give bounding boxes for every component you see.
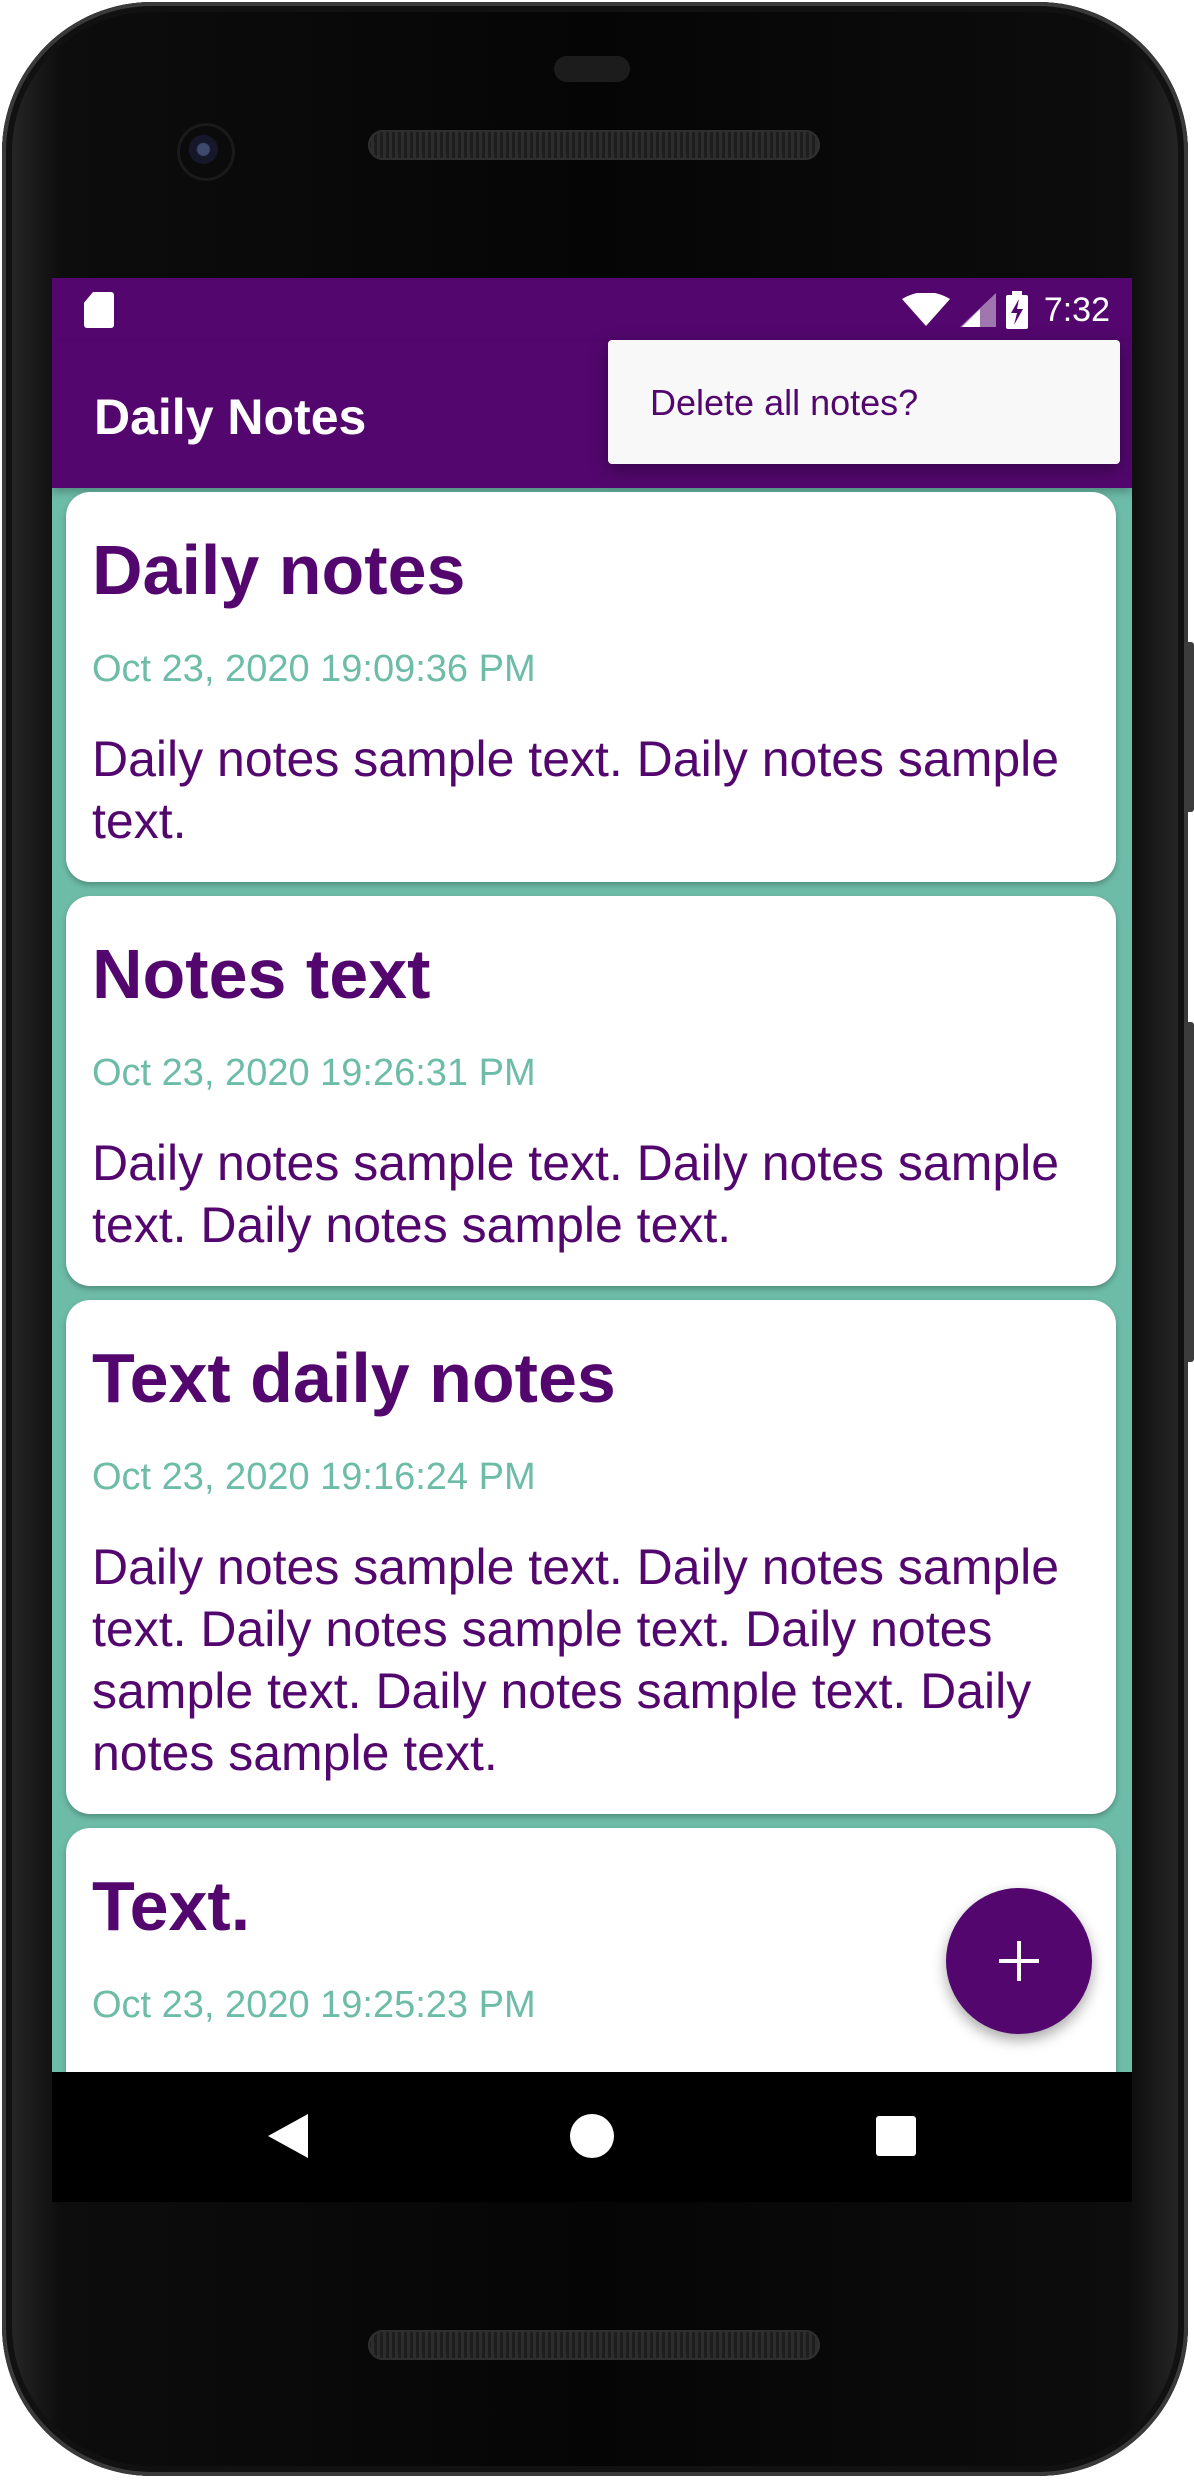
home-icon xyxy=(570,2114,614,2158)
note-date: Oct 23, 2020 19:26:31 PM xyxy=(92,1052,536,1094)
wifi-icon xyxy=(901,293,950,326)
status-icons: 7:32 xyxy=(901,288,1110,332)
power-button xyxy=(1184,642,1194,812)
note-title: Daily notes xyxy=(92,531,466,609)
sd-card-icon xyxy=(84,292,114,328)
home-button[interactable] xyxy=(562,2106,622,2166)
back-icon xyxy=(268,2114,308,2158)
add-note-button[interactable] xyxy=(946,1888,1092,2034)
note-card[interactable]: Text daily notes Oct 23, 2020 19:16:24 P… xyxy=(66,1300,1116,1814)
note-date: Oct 23, 2020 19:09:36 PM xyxy=(92,648,536,690)
note-card[interactable]: Daily notes Oct 23, 2020 19:09:36 PM Dai… xyxy=(66,492,1116,882)
plus-icon xyxy=(999,1941,1039,1981)
note-body: Daily notes sample text. Daily notes sam… xyxy=(92,1539,1060,1781)
status-bar: 7:32 xyxy=(52,278,1132,342)
overflow-menu: Delete all notes? xyxy=(608,340,1120,464)
note-card[interactable]: Notes text Oct 23, 2020 19:26:31 PM Dail… xyxy=(66,896,1116,1286)
app-title: Daily Notes xyxy=(94,389,367,445)
app-screen: 7:32 Daily Notes Delete all notes? Daily… xyxy=(52,278,1132,2072)
recents-button[interactable] xyxy=(866,2106,926,2166)
note-body: Daily notes sample text. Daily notes sam… xyxy=(92,1135,1060,1253)
note-date: Oct 23, 2020 19:16:24 PM xyxy=(92,1456,536,1498)
navigation-bar xyxy=(52,2072,1132,2202)
menu-item-delete-all[interactable]: Delete all notes? xyxy=(650,382,918,424)
volume-button xyxy=(1184,1022,1194,1362)
recents-icon xyxy=(876,2116,916,2156)
status-time: 7:32 xyxy=(1043,290,1110,329)
note-title: Text daily notes xyxy=(92,1339,616,1417)
note-date: Oct 23, 2020 19:25:23 PM xyxy=(92,1984,536,2026)
note-body: Daily notes sample text. Daily notes sam… xyxy=(92,731,1060,849)
signal-icon xyxy=(959,293,996,327)
top-speaker-grille xyxy=(368,130,820,160)
bottom-speaker-grille xyxy=(368,2330,820,2360)
back-button[interactable] xyxy=(258,2106,318,2166)
battery-charging-icon xyxy=(1005,291,1028,329)
note-title: Text. xyxy=(92,1867,251,1945)
note-title: Notes text xyxy=(92,935,431,1013)
front-camera xyxy=(180,126,232,178)
earpiece xyxy=(554,56,630,82)
